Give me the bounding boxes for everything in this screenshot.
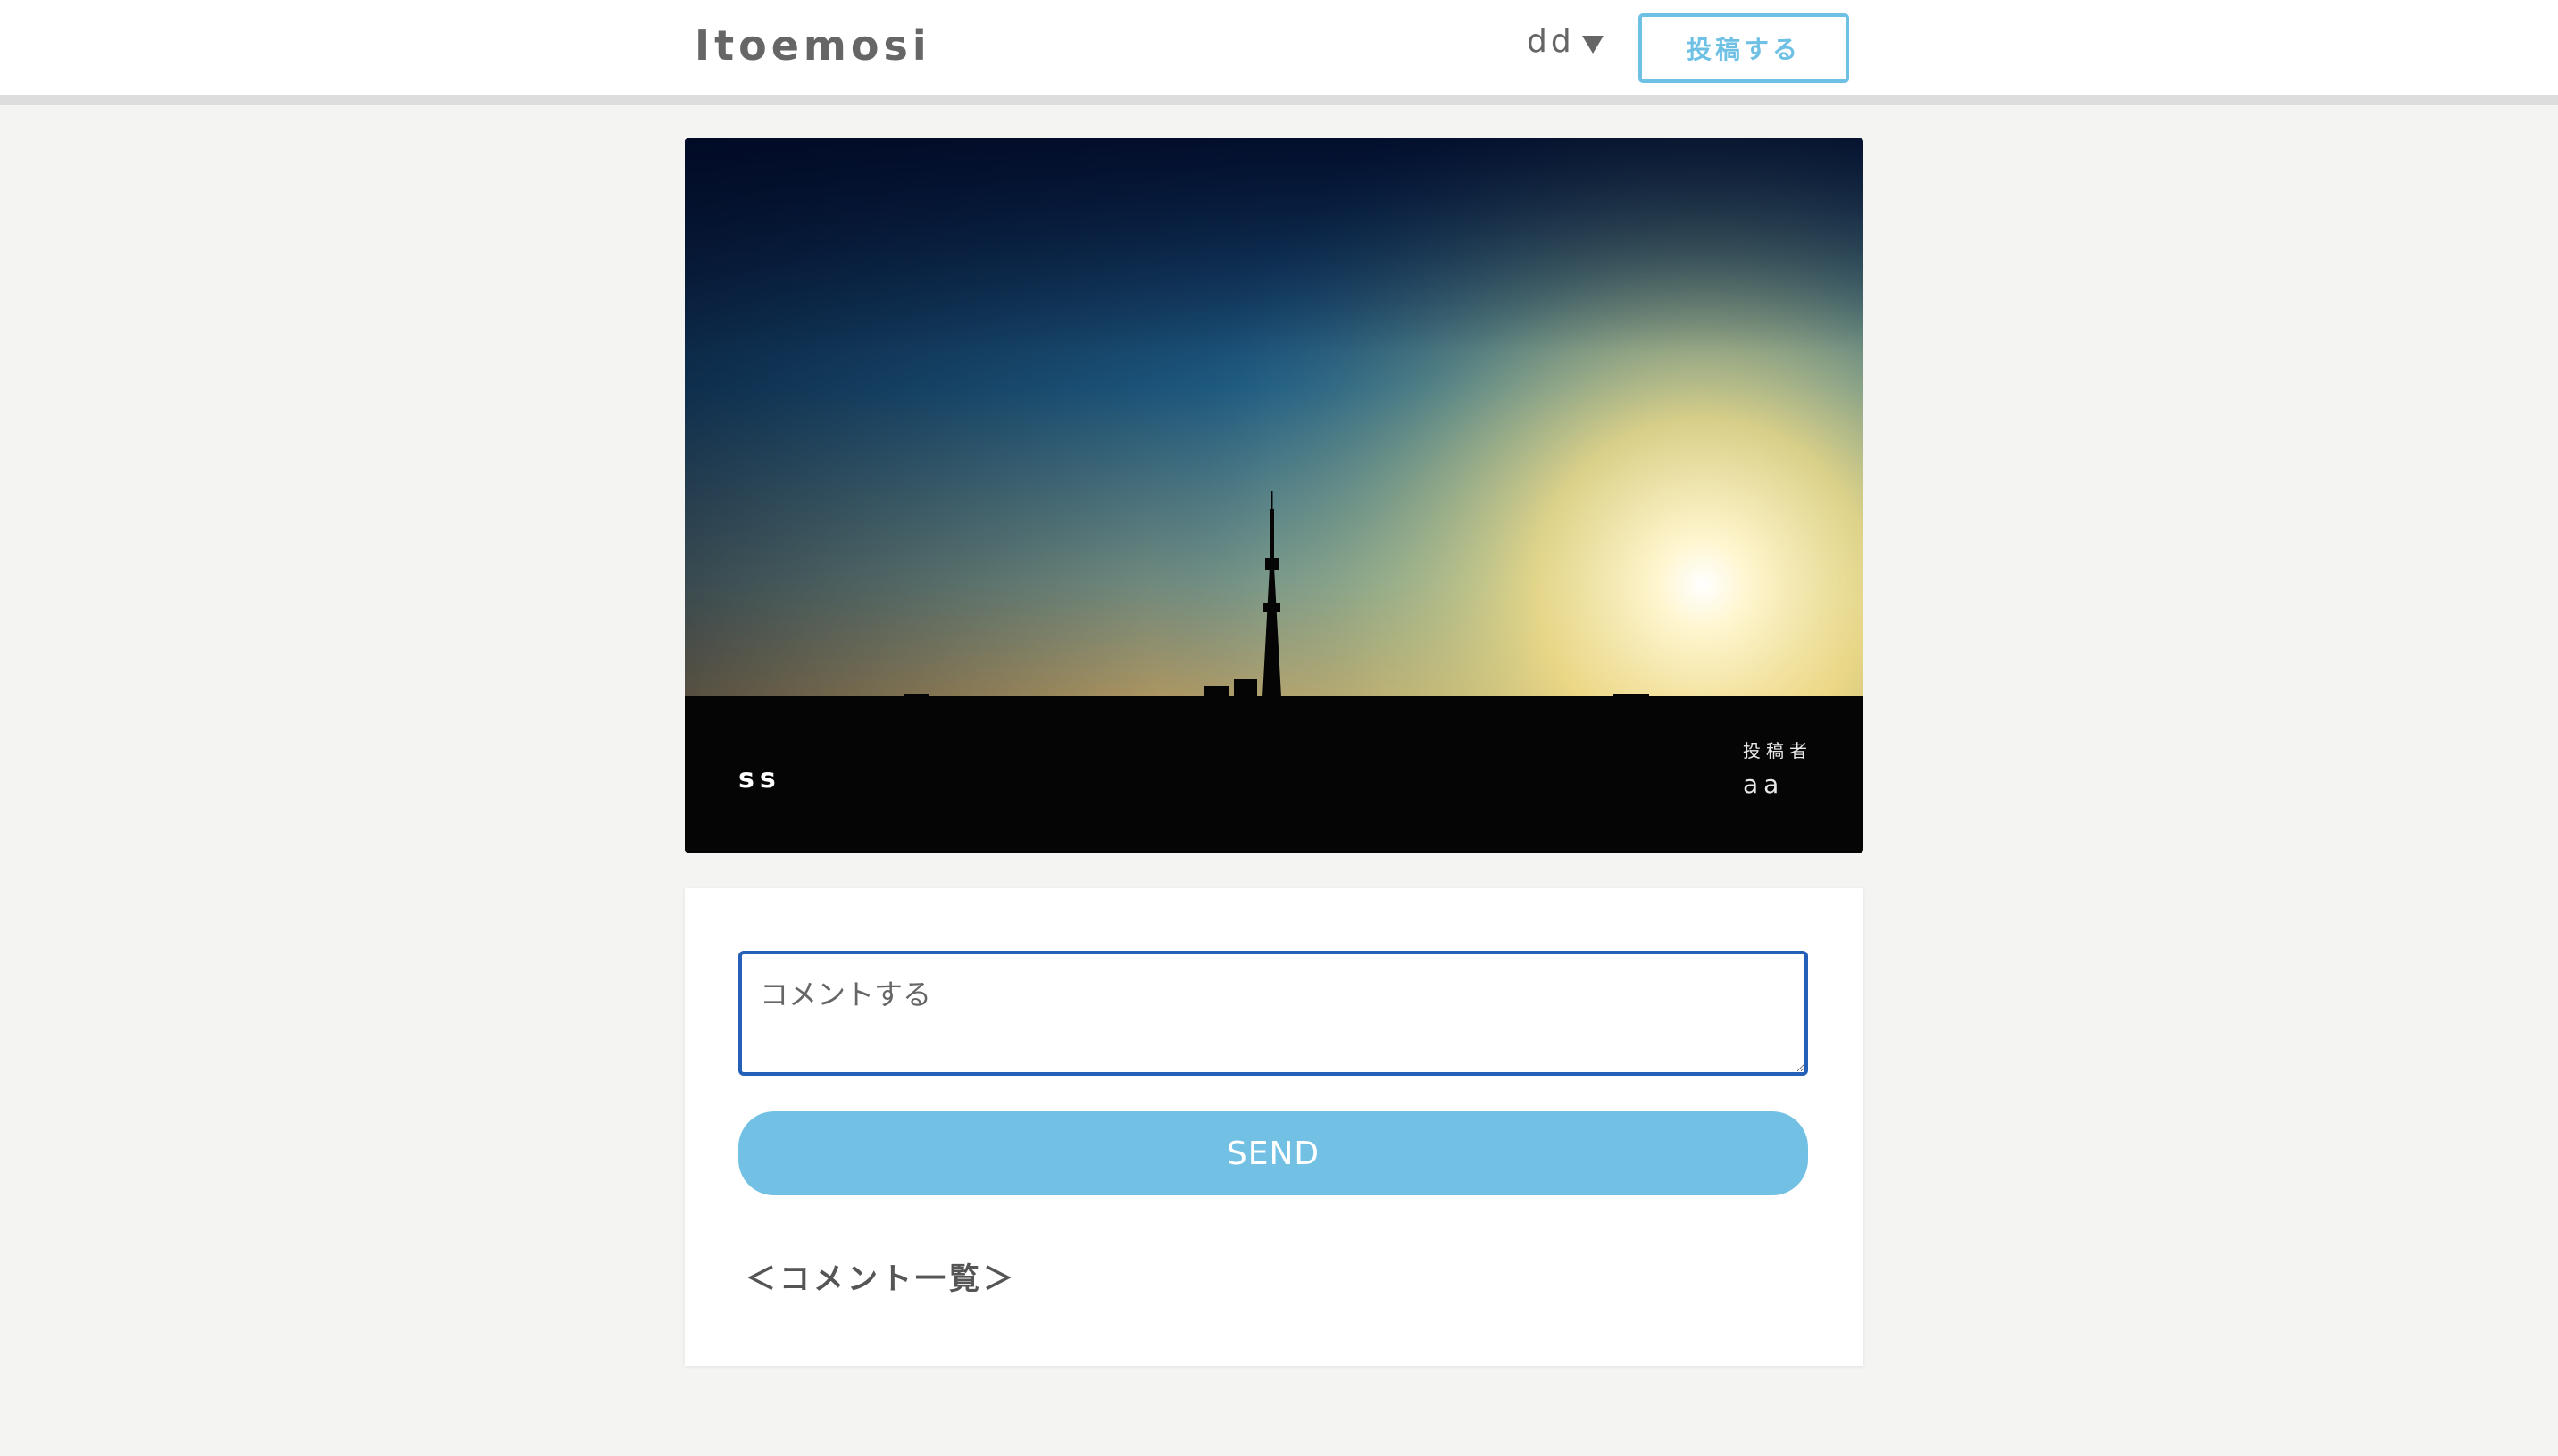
comment-section: SEND ＜コメント一覧＞ xyxy=(685,888,1863,1366)
comment-input[interactable] xyxy=(738,951,1808,1076)
photo-title: ss xyxy=(738,763,781,795)
user-menu-dropdown[interactable]: dd xyxy=(1527,23,1604,60)
poster-name[interactable]: aa xyxy=(1743,770,1812,799)
post-button[interactable]: 投稿する xyxy=(1638,13,1849,83)
post-photo xyxy=(685,138,1863,853)
site-logo[interactable]: Itoemosi xyxy=(695,21,931,70)
caret-down-icon xyxy=(1581,35,1604,54)
photo-card: ss 投稿者 aa xyxy=(685,138,1863,853)
comment-list-heading: ＜コメント一覧＞ xyxy=(746,1261,1017,1297)
poster-info: 投稿者 aa xyxy=(1743,736,1812,799)
send-button[interactable]: SEND xyxy=(738,1111,1808,1195)
poster-label: 投稿者 xyxy=(1743,740,1812,761)
top-navbar: Itoemosi dd 投稿する xyxy=(0,0,2558,105)
user-name: dd xyxy=(1527,23,1575,60)
